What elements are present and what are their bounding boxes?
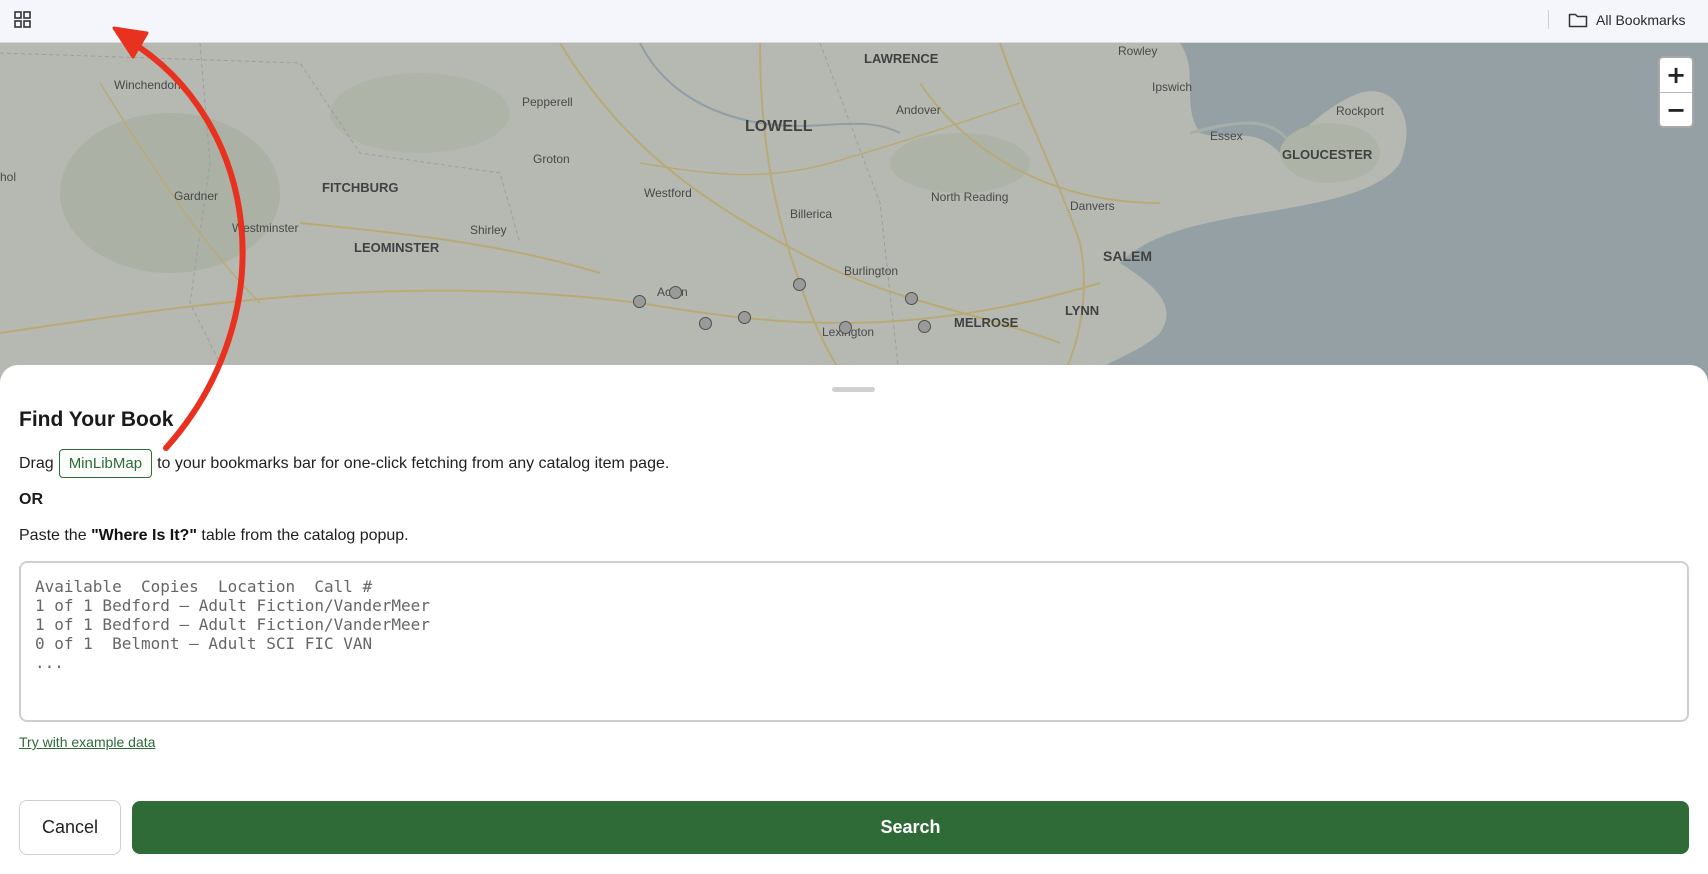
where-is-it-textarea[interactable] xyxy=(19,561,1689,722)
all-bookmarks-button[interactable]: All Bookmarks xyxy=(1568,9,1685,31)
map-view[interactable]: Winchendon Pepperell LAWRENCE Rowley Ips… xyxy=(0,43,1708,383)
library-marker[interactable] xyxy=(839,321,852,334)
sheet-title: Find Your Book xyxy=(19,408,174,431)
apps-grid-icon[interactable] xyxy=(13,10,33,30)
paste-prefix: Paste the xyxy=(19,527,87,544)
or-separator: OR xyxy=(19,491,43,508)
library-marker[interactable] xyxy=(633,295,646,308)
map-dim-overlay xyxy=(0,43,1708,383)
search-button[interactable]: Search xyxy=(132,801,1689,854)
bookmarklet-link[interactable]: MinLibMap xyxy=(58,449,153,478)
cancel-button[interactable]: Cancel xyxy=(19,800,121,855)
library-marker[interactable] xyxy=(699,317,712,330)
paste-bold: "Where Is It?" xyxy=(91,527,197,544)
library-marker[interactable] xyxy=(669,286,682,299)
bookmarks-divider xyxy=(1548,10,1549,29)
drag-prefix: Drag xyxy=(19,454,54,472)
library-marker[interactable] xyxy=(905,292,918,305)
zoom-out-button[interactable]: − xyxy=(1660,93,1692,126)
folder-icon xyxy=(1568,13,1588,28)
library-marker[interactable] xyxy=(793,278,806,291)
zoom-in-button[interactable]: + xyxy=(1660,58,1692,93)
sheet-drag-handle[interactable] xyxy=(832,387,875,392)
paste-suffix: table from the catalog popup. xyxy=(201,527,409,544)
bookmarklet-instructions: Drag MinLibMap to your bookmarks bar for… xyxy=(19,449,669,478)
library-marker[interactable] xyxy=(918,320,931,333)
zoom-control: + − xyxy=(1658,56,1694,128)
paste-instructions: Paste the "Where Is It?" table from the … xyxy=(19,527,409,545)
all-bookmarks-label: All Bookmarks xyxy=(1596,12,1686,28)
drag-suffix: to your bookmarks bar for one-click fetc… xyxy=(157,454,670,472)
find-book-sheet: Find Your Book Drag MinLibMap to your bo… xyxy=(0,365,1708,874)
bookmarks-bar: All Bookmarks xyxy=(0,0,1708,43)
library-marker[interactable] xyxy=(738,311,751,324)
try-example-link[interactable]: Try with example data xyxy=(19,734,155,750)
